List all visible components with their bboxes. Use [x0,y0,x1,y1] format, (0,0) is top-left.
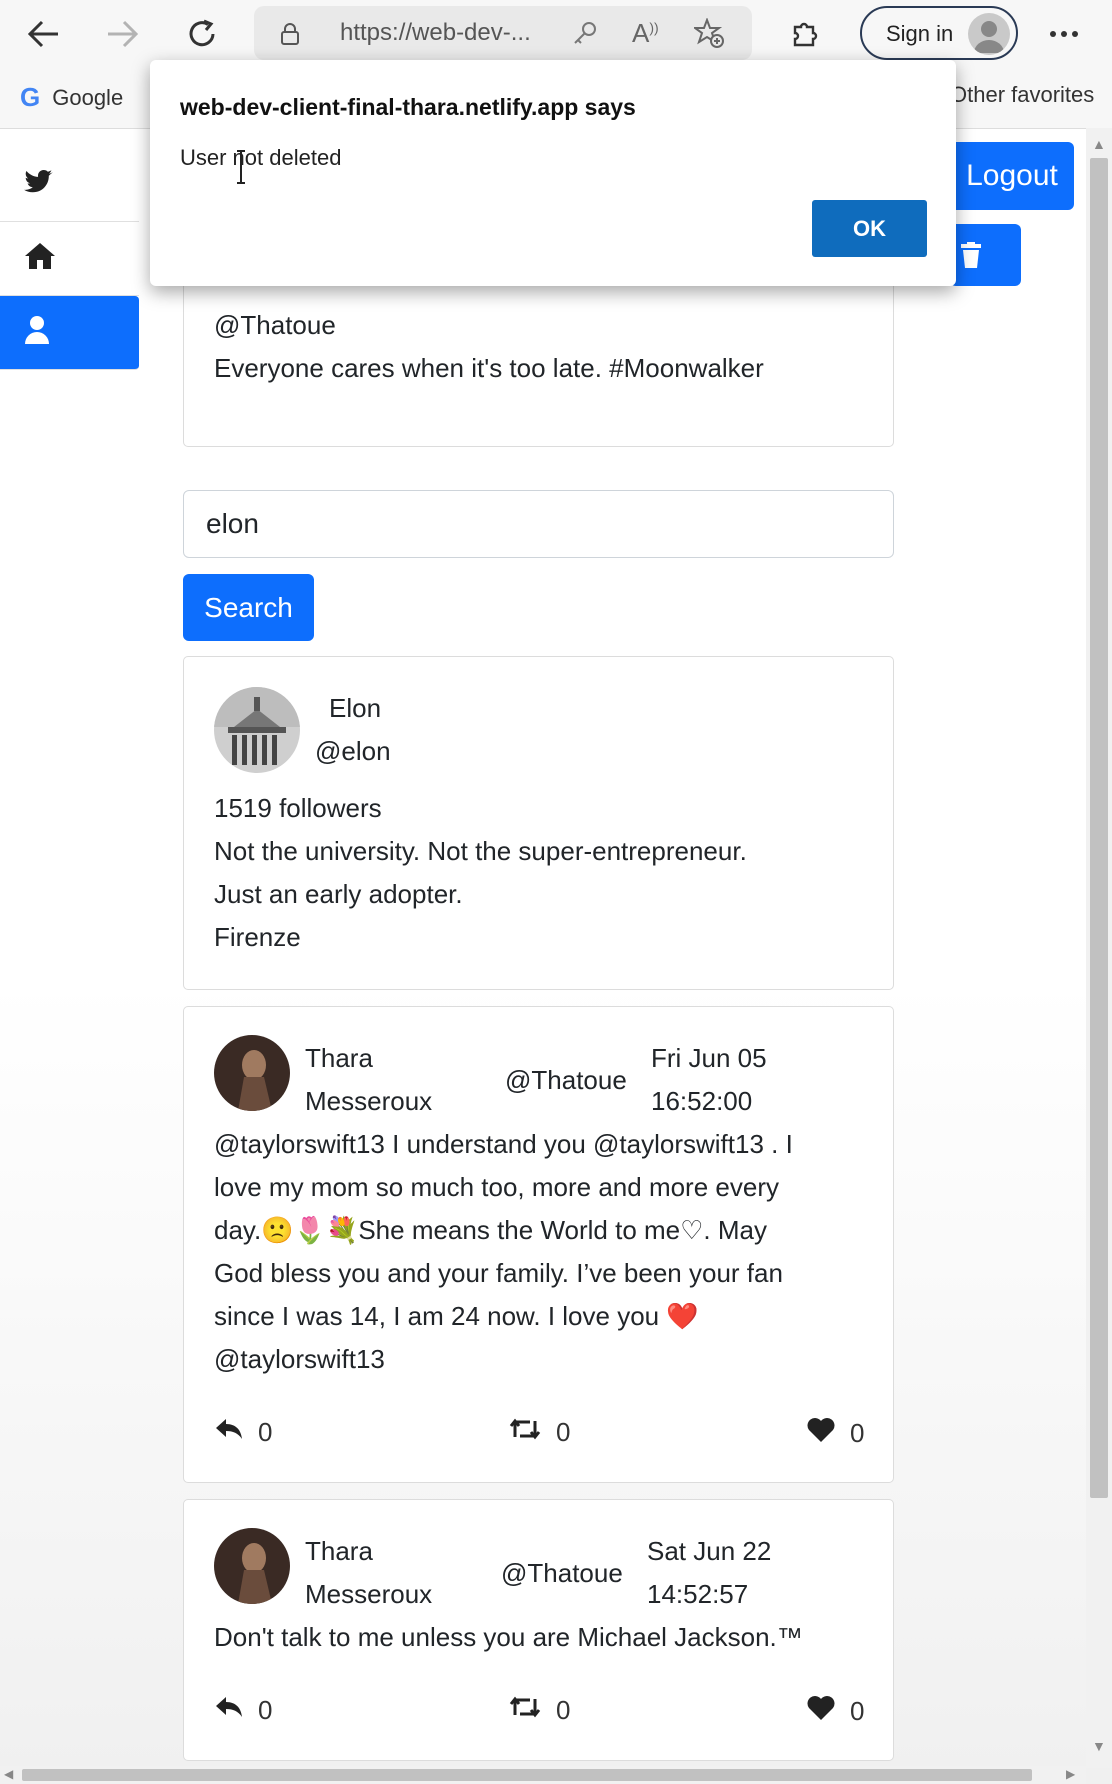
tweet-text-line: love my mom so much too, more and more e… [214,1172,779,1202]
search-input[interactable] [183,490,894,558]
scrollbar-thumb[interactable] [1090,158,1108,1498]
scroll-left-icon[interactable]: ◀ [4,1767,13,1781]
twitter-icon [24,169,54,200]
reply-button[interactable]: 0 [214,1417,272,1448]
like-count: 0 [850,1696,865,1726]
tweet-author-last: Messeroux [305,1086,433,1116]
tweet-date: Sat Jun 22 [647,1536,772,1566]
logout-button[interactable]: Logout [950,142,1074,210]
retweet-icon [508,1695,542,1726]
tweet-time: 16:52:00 [651,1086,753,1116]
sign-in-button[interactable]: Sign in [860,6,1018,60]
tweet-time: 14:52:57 [647,1579,749,1609]
tweet-author-last: Messeroux [305,1579,433,1609]
like-count: 0 [850,1418,865,1448]
like-button[interactable]: 0 [806,1695,864,1728]
favorite-google-label: Google [52,84,124,110]
tweet-date: Fri Jun 05 [651,1043,767,1073]
user-icon [24,315,50,350]
tweet-text-line: day.🙁🌷💐She means the World to me♡. May [214,1215,767,1245]
reply-icon [214,1695,244,1726]
user-result-card[interactable]: Elon @elon 1519 followers Not the univer… [183,656,894,990]
retweet-count: 0 [556,1695,571,1725]
tweet-handle: @Thatoue [501,1558,623,1588]
dialog-message: User not deleted [180,145,342,170]
lock-icon [280,22,300,51]
avatar [214,1528,290,1604]
url-text: https://web-dev-... [340,19,531,46]
user-handle: @elon [315,736,391,766]
dialog-title: web-dev-client-final-thara.netlify.app s… [180,94,636,120]
heart-icon [806,1695,836,1728]
user-followers: 1519 followers [214,793,382,823]
tweet-text-line: @taylorswift13 I understand you @taylors… [214,1129,793,1159]
read-aloud-icon[interactable]: A)) [632,18,659,49]
like-button[interactable]: 0 [806,1417,864,1450]
reply-count: 0 [258,1417,273,1447]
scroll-down-icon[interactable]: ▼ [1092,1738,1106,1754]
back-arrow-icon[interactable] [22,12,66,56]
tweet-author-first: Thara [305,1536,373,1566]
nav-item-profile[interactable] [0,296,139,370]
address-bar[interactable]: https://web-dev-... A)) [254,6,752,60]
vertical-scrollbar[interactable]: ▲ ▼ [1086,128,1112,1768]
more-menu-icon[interactable] [1042,12,1086,56]
add-favorite-icon[interactable] [691,17,724,53]
profile-tweet-text: Everyone cares when it's too late. #Moon… [214,353,764,383]
scroll-right-icon[interactable]: ▶ [1066,1767,1075,1781]
horizontal-scrollbar[interactable]: ◀ ▶ [0,1766,1086,1784]
delete-account-button[interactable] [950,224,1021,286]
profile-avatar-icon [968,13,1010,55]
user-name: Elon [329,693,382,723]
retweet-button[interactable]: 0 [508,1695,570,1726]
password-key-icon[interactable] [572,20,598,51]
tweet-text-line: Don't talk to me unless you are Michael … [214,1622,803,1652]
tweet-handle: @Thatoue [505,1065,627,1095]
refresh-icon[interactable] [180,12,224,56]
tweet-card: Thara Messeroux @Thatoue Sat Jun 22 14:5… [183,1499,894,1761]
other-favorites[interactable]: Other favorites [950,82,1094,108]
text-cursor-icon [236,150,246,184]
user-bio-line2: Just an early adopter. [214,879,463,909]
tweet-author-first: Thara [305,1043,373,1073]
reply-count: 0 [258,1695,273,1725]
sign-in-label: Sign in [886,21,954,46]
profile-handle: @Thatoue [214,310,336,340]
avatar [214,1035,290,1111]
browser-toolbar: https://web-dev-... A)) Sign in [0,0,1112,68]
favorite-google[interactable]: G Google [20,82,123,113]
home-icon [24,242,56,275]
nav-item-twitter[interactable] [0,148,139,222]
reply-icon [214,1417,244,1448]
user-bio-line1: Not the university. Not the super-entrep… [214,836,747,866]
tweet-text-line: God bless you and your family. I’ve been… [214,1258,783,1288]
retweet-count: 0 [556,1417,571,1447]
alert-dialog: web-dev-client-final-thara.netlify.app s… [150,60,956,286]
forward-arrow-icon[interactable] [100,12,144,56]
user-location: Firenze [214,922,301,952]
extensions-icon[interactable] [782,12,826,56]
google-icon: G [20,82,41,112]
retweet-button[interactable]: 0 [508,1417,570,1448]
nav-item-home[interactable] [0,222,139,296]
trash-icon [960,242,982,273]
avatar [214,687,300,773]
tweet-text-line: @taylorswift13 [214,1344,385,1374]
retweet-icon [508,1417,542,1448]
heart-icon [806,1417,836,1450]
scroll-up-icon[interactable]: ▲ [1092,136,1106,152]
sidebar-nav [0,148,139,370]
search-button[interactable]: Search [183,574,314,641]
tweet-card: Thara Messeroux @Thatoue Fri Jun 05 16:5… [183,1006,894,1483]
tweet-text-line: since I was 14, I am 24 now. I love you … [214,1301,699,1331]
reply-button[interactable]: 0 [214,1695,272,1726]
ok-button[interactable]: OK [812,200,927,257]
horizontal-scrollbar-thumb[interactable] [22,1769,1032,1781]
